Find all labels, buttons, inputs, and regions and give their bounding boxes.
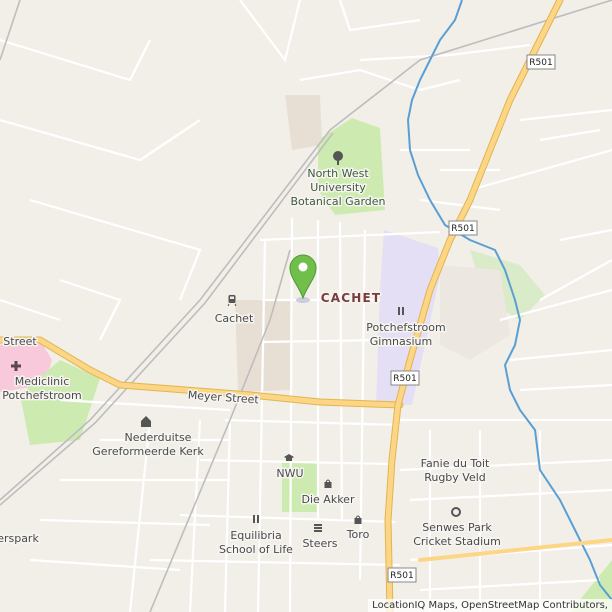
fanie-label-2: Rugby Veld <box>424 471 486 484</box>
botanical-garden-label-3: Botanical Garden <box>290 195 385 208</box>
kerk-label-2: Gereformeerde Kerk <box>92 445 204 458</box>
train-icon <box>227 295 237 307</box>
steers-label: Steers <box>302 537 337 550</box>
east-residential-block <box>440 265 510 360</box>
fastfood-icon <box>314 524 322 532</box>
road-shield-4-label: R501 <box>390 571 413 581</box>
cachet-area-label: CACHET <box>321 291 382 305</box>
road-shield-1: R501 <box>526 54 556 70</box>
map-svg[interactable]: R501 R501 R501 R501 North West Universit… <box>0 0 612 612</box>
nwu-label: NWU <box>276 467 303 480</box>
school-icon <box>284 454 294 461</box>
senwes-label-2: Cricket Stadium <box>413 535 501 548</box>
equilibria-label-1: Equilibria <box>230 529 281 542</box>
industrial-block <box>285 95 322 150</box>
street-left-label: Street <box>3 335 37 348</box>
map-canvas[interactable]: R501 R501 R501 R501 North West Universit… <box>0 0 612 612</box>
road-shield-3: R501 <box>390 370 420 386</box>
cachet-station-label: Cachet <box>215 312 254 325</box>
road-shield-2: R501 <box>448 220 478 236</box>
road-shield-2-label: R501 <box>451 224 474 234</box>
fanie-label-1: Fanie du Toit <box>421 457 490 470</box>
toro-label: Toro <box>346 528 370 541</box>
road-shield-4: R501 <box>387 567 417 583</box>
kerspark-label: erspark <box>0 532 39 545</box>
mediclinic-label-2: Potchefstroom <box>2 389 81 402</box>
mediclinic-label-1: Mediclinic <box>15 375 70 388</box>
restaurant-icon <box>253 515 259 523</box>
gimnasium-label-1: Potchefstroom <box>366 321 445 334</box>
botanical-garden-label-1: North West <box>307 167 369 180</box>
church-icon <box>141 416 151 427</box>
shop-icon <box>324 479 332 488</box>
equilibria-label-2: School of Life <box>219 543 293 556</box>
pin-marker-icon[interactable] <box>289 254 317 303</box>
die-akker-label: Die Akker <box>302 493 355 506</box>
kerk-label-1: Nederduitse <box>125 431 192 444</box>
gimnasium-label-2: Gimnasium <box>370 335 432 348</box>
stadium-icon <box>451 507 461 517</box>
road-shield-1-label: R501 <box>529 58 552 68</box>
road-shield-3-label: R501 <box>393 374 416 384</box>
attribution[interactable]: LocationIQ Maps, OpenStreetMap Contribut… <box>368 599 612 612</box>
botanical-garden-label-2: University <box>310 181 366 194</box>
senwes-label-1: Senwes Park <box>422 521 492 534</box>
